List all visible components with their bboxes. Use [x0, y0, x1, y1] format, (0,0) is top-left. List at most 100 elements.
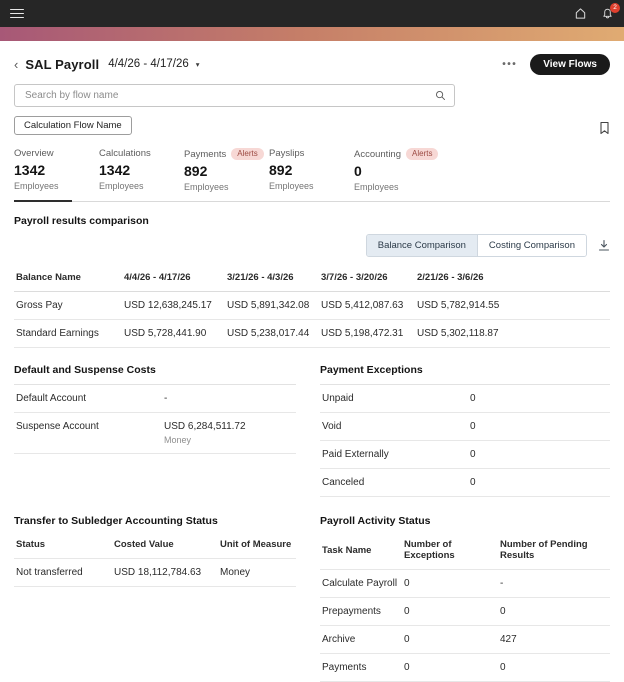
item-label: Unpaid: [322, 393, 354, 404]
cell-costed-value: USD 18,112,784.63: [112, 558, 218, 587]
tab-unit: Employees: [99, 181, 144, 191]
subledger-status-table: Status Costed Value Unit of Measure Not …: [14, 531, 296, 587]
tab-label: Accounting: [354, 148, 402, 160]
chevron-down-icon[interactable]: ▾: [196, 60, 200, 69]
payment-exceptions-section: Payment Exceptions Unpaid 0 Void 0 Paid …: [320, 364, 610, 497]
tab-overview[interactable]: Overview 1342 Employees: [14, 148, 99, 202]
cell-unit: Money: [218, 558, 296, 587]
list-item: Suspense Account USD 6,284,511.72 Money: [14, 413, 296, 454]
table-row: Archive 0 427: [320, 625, 610, 654]
list-item: Default Account -: [14, 385, 296, 413]
balance-comparison-toggle[interactable]: Balance Comparison: [366, 235, 477, 256]
item-label: Paid Externally: [322, 449, 389, 460]
column-header: Number of Exceptions: [402, 531, 498, 570]
payroll-activity-status-table: Task Name Number of Exceptions Number of…: [320, 531, 610, 682]
cell-value: USD 5,891,342.08: [225, 291, 319, 320]
alerts-badge: Alerts: [406, 148, 439, 160]
section-title: Payment Exceptions: [320, 364, 610, 385]
top-navigation-bar: 2: [0, 0, 624, 27]
tab-count: 892: [184, 163, 208, 179]
summary-tabs: Overview 1342 Employees Calculations 134…: [14, 148, 610, 202]
home-icon[interactable]: [574, 7, 587, 20]
alerts-badge: Alerts: [231, 148, 264, 160]
column-header: 4/4/26 - 4/17/26: [122, 264, 225, 292]
table-row: Gross Pay USD 12,638,245.17 USD 5,891,34…: [14, 291, 610, 320]
table-row: Not transferred USD 18,112,784.63 Money: [14, 558, 296, 587]
costing-comparison-toggle[interactable]: Costing Comparison: [476, 235, 586, 256]
cell-value: USD 5,728,441.90: [122, 319, 225, 348]
column-header: Task Name: [320, 531, 402, 570]
search-icon[interactable]: [435, 90, 446, 101]
section-title: Transfer to Subledger Accounting Status: [14, 515, 218, 527]
cell-status: Not transferred: [14, 558, 112, 587]
page-title: SAL Payroll: [25, 56, 100, 72]
search-input[interactable]: [23, 89, 435, 102]
table-header-row: Balance Name 4/4/26 - 4/17/26 3/21/26 - …: [14, 264, 610, 292]
tab-label: Payslips: [269, 148, 305, 159]
cell-exceptions: 0: [402, 625, 498, 654]
tab-count: 1342: [99, 162, 131, 178]
cell-exceptions: 0: [402, 653, 498, 682]
column-header: Balance Name: [14, 264, 122, 292]
tab-accounting[interactable]: Accounting Alerts 0 Employees: [354, 148, 439, 201]
table-header-row: Task Name Number of Exceptions Number of…: [320, 531, 610, 570]
bookmark-icon[interactable]: [599, 121, 610, 135]
cell-pending: 0: [498, 653, 610, 682]
calculation-flow-name-chip[interactable]: Calculation Flow Name: [14, 116, 132, 135]
subledger-status-section: Transfer to Subledger Accounting Status …: [14, 515, 296, 587]
item-label: Canceled: [322, 477, 365, 488]
tab-label: Calculations: [99, 148, 151, 159]
cell-value: USD 5,238,017.44: [225, 319, 319, 348]
column-header: 2/21/26 - 3/6/26: [415, 264, 610, 292]
payroll-period: 4/4/26 - 4/17/26: [108, 58, 189, 70]
cell-pending: 427: [498, 625, 610, 654]
tab-label: Payments: [184, 148, 227, 160]
comparison-toggle-group: Balance Comparison Costing Comparison: [365, 234, 587, 257]
tab-label: Overview: [14, 148, 54, 159]
default-suspense-costs-section: Default and Suspense Costs Default Accou…: [14, 364, 296, 454]
more-actions-button[interactable]: •••: [502, 59, 517, 70]
cell-task-name: Payments: [320, 653, 402, 682]
menu-icon[interactable]: [10, 6, 24, 21]
item-label: Default Account: [16, 393, 87, 404]
column-header: Unit of Measure: [218, 531, 296, 559]
item-label: Suspense Account: [16, 421, 99, 432]
tab-count: 892: [269, 162, 293, 178]
tab-count: 0: [354, 163, 362, 179]
view-flows-button[interactable]: View Flows: [530, 53, 610, 75]
tab-calculations[interactable]: Calculations 1342 Employees: [99, 148, 184, 201]
item-value: 0: [470, 449, 476, 460]
table-row: Payments 0 0: [320, 653, 610, 682]
column-header: 3/7/26 - 3/20/26: [319, 264, 415, 292]
cell-value: USD 5,302,118.87: [415, 319, 610, 348]
table-header-row: Status Costed Value Unit of Measure: [14, 531, 296, 559]
list-item: Canceled 0: [320, 469, 610, 497]
download-icon[interactable]: [598, 239, 610, 252]
list-item: Unpaid 0: [320, 385, 610, 413]
cell-balance-name: Gross Pay: [14, 291, 122, 320]
column-header: Number of Pending Results: [498, 531, 610, 570]
item-label: Void: [322, 421, 342, 432]
list-item: Paid Externally 0: [320, 441, 610, 469]
item-value: 0: [470, 393, 476, 404]
tab-payments[interactable]: Payments Alerts 892 Employees: [184, 148, 269, 201]
cell-task-name: Archive: [320, 625, 402, 654]
cell-value: USD 5,782,914.55: [415, 291, 610, 320]
balance-comparison-table: Balance Name 4/4/26 - 4/17/26 3/21/26 - …: [14, 264, 610, 348]
table-row: Calculate Payroll 0 -: [320, 569, 610, 598]
item-value: USD 6,284,511.72: [164, 421, 246, 432]
search-box: [14, 84, 455, 107]
column-header: Status: [14, 531, 112, 559]
notifications-icon[interactable]: 2: [601, 3, 620, 20]
back-icon[interactable]: ‹: [14, 58, 18, 71]
tab-payslips[interactable]: Payslips 892 Employees: [269, 148, 354, 201]
item-value: 0: [470, 477, 476, 488]
tab-unit: Employees: [354, 182, 399, 192]
tab-unit: Employees: [269, 181, 314, 191]
column-header: 3/21/26 - 4/3/26: [225, 264, 319, 292]
list-item: Void 0: [320, 413, 610, 441]
cell-value: USD 5,198,472.31: [319, 319, 415, 348]
section-title: Payroll Activity Status: [320, 515, 431, 527]
comparison-section-title: Payroll results comparison: [14, 215, 149, 227]
tab-count: 1342: [14, 162, 46, 178]
